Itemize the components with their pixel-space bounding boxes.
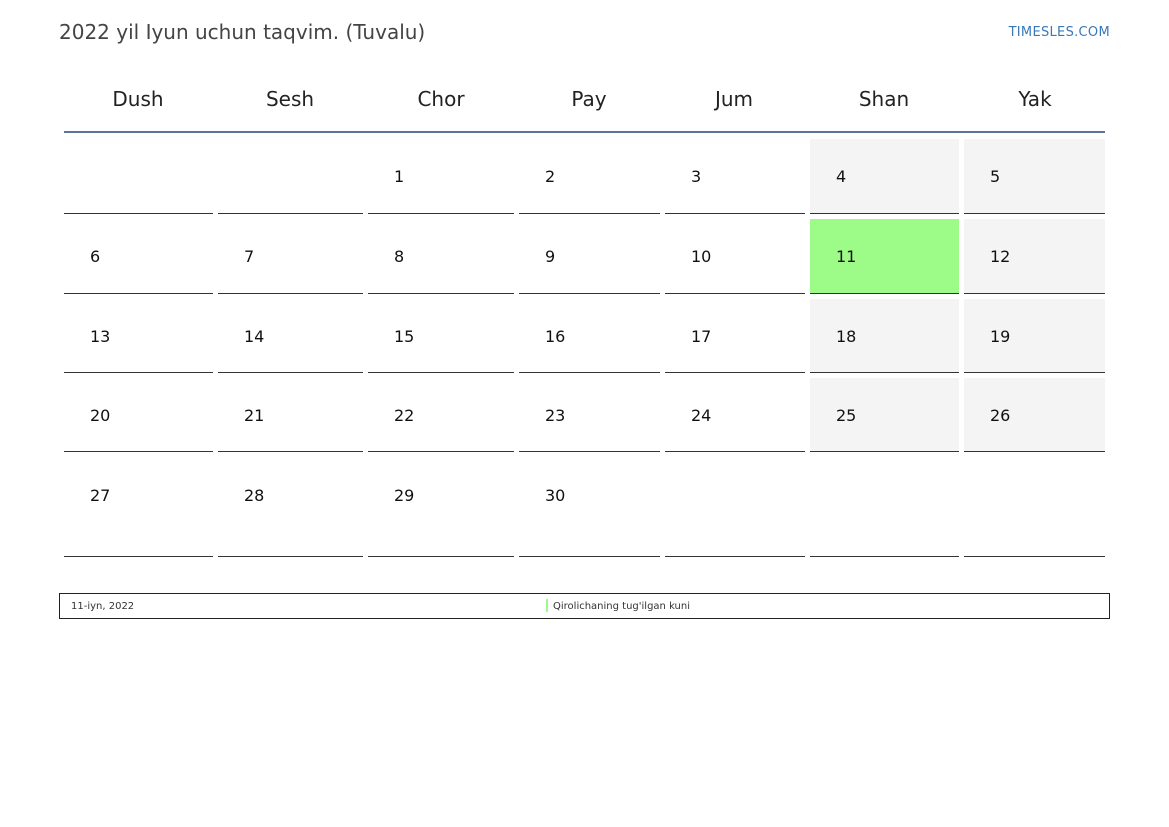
legend-color-marker	[546, 599, 548, 612]
brand-link[interactable]: TIMESLES.COM	[1009, 25, 1110, 40]
day-cell[interactable]: 15	[368, 299, 514, 373]
day-number: 18	[836, 327, 857, 346]
holiday-legend: 11-iyn, 2022 Qirolichaning tug'ilgan kun…	[59, 593, 1110, 619]
day-number: 20	[90, 406, 111, 425]
day-number: 10	[691, 247, 712, 266]
empty-day-cell	[218, 139, 363, 214]
day-cell[interactable]: 29	[368, 458, 514, 557]
day-cell[interactable]: 2	[519, 139, 660, 214]
empty-day-cell	[64, 139, 213, 214]
day-number: 28	[244, 486, 265, 505]
weekday-header: Dush Sesh Chor Pay Jum Shan Yak	[64, 72, 1105, 132]
day-number: 4	[836, 167, 847, 186]
weekday-label: Yak	[1018, 87, 1052, 111]
page-title: 2022 yil Iyun uchun taqvim. (Tuvalu)	[59, 20, 426, 44]
day-number: 22	[394, 406, 415, 425]
day-cell[interactable]: 12	[964, 219, 1105, 294]
day-cell[interactable]: 11	[810, 219, 959, 294]
day-cell[interactable]: 7	[218, 219, 363, 294]
day-cell[interactable]: 1	[368, 139, 514, 214]
day-number: 9	[545, 247, 556, 266]
day-cell[interactable]: 10	[665, 219, 805, 294]
day-cell[interactable]: 6	[64, 219, 213, 294]
day-number: 15	[394, 327, 415, 346]
day-cell[interactable]: 8	[368, 219, 514, 294]
legend-holiday-name: Qirolichaning tug'ilgan kuni	[553, 601, 691, 612]
day-number: 25	[836, 406, 857, 425]
day-cell[interactable]: 23	[519, 378, 660, 452]
day-number: 17	[691, 327, 712, 346]
day-number: 16	[545, 327, 566, 346]
day-number: 29	[394, 486, 415, 505]
legend-date: 11-iyn, 2022	[71, 601, 135, 612]
day-cell[interactable]: 25	[810, 378, 959, 452]
day-number: 24	[691, 406, 712, 425]
day-cell[interactable]: 27	[64, 458, 213, 557]
day-number: 30	[545, 486, 566, 505]
day-cell[interactable]: 30	[519, 458, 660, 557]
day-cell[interactable]: 28	[218, 458, 363, 557]
day-cell[interactable]: 4	[810, 139, 959, 214]
weekday-label: Jum	[714, 87, 754, 111]
day-cell[interactable]: 24	[665, 378, 805, 452]
weekday-label: Shan	[858, 87, 910, 111]
day-cell[interactable]: 18	[810, 299, 959, 373]
day-cell[interactable]: 5	[964, 139, 1105, 214]
day-number: 7	[244, 247, 255, 266]
day-number: 14	[244, 327, 265, 346]
weekday-label: Sesh	[265, 87, 315, 111]
calendar-page: 2022 yil Iyun uchun taqvim. (Tuvalu) TIM…	[0, 0, 1169, 827]
day-number: 12	[990, 247, 1011, 266]
day-number: 5	[990, 167, 1001, 186]
day-cell[interactable]: 20	[64, 378, 213, 452]
day-number: 11	[836, 247, 857, 266]
day-cell[interactable]: 26	[964, 378, 1105, 452]
day-number: 21	[244, 406, 265, 425]
day-number: 13	[90, 327, 111, 346]
day-cell[interactable]: 3	[665, 139, 805, 214]
day-cell[interactable]: 19	[964, 299, 1105, 373]
empty-day-cell	[665, 458, 805, 557]
day-cell[interactable]: 22	[368, 378, 514, 452]
day-cell[interactable]: 14	[218, 299, 363, 373]
day-number: 27	[90, 486, 111, 505]
empty-day-cell	[964, 458, 1105, 557]
weekday-label: Chor	[417, 87, 465, 111]
weekday-label: Pay	[571, 87, 607, 111]
day-number: 19	[990, 327, 1011, 346]
day-cell[interactable]: 21	[218, 378, 363, 452]
weekday-label: Dush	[112, 87, 164, 111]
day-number: 2	[545, 167, 556, 186]
day-number: 1	[394, 167, 405, 186]
day-number: 8	[394, 247, 405, 266]
day-number: 23	[545, 406, 566, 425]
day-cell[interactable]: 17	[665, 299, 805, 373]
day-number: 6	[90, 247, 101, 266]
empty-day-cell	[810, 458, 959, 557]
day-cell[interactable]: 16	[519, 299, 660, 373]
day-cell[interactable]: 13	[64, 299, 213, 373]
day-cell[interactable]: 9	[519, 219, 660, 294]
header-divider	[64, 131, 1105, 133]
day-number: 26	[990, 406, 1011, 425]
day-number: 3	[691, 167, 702, 186]
